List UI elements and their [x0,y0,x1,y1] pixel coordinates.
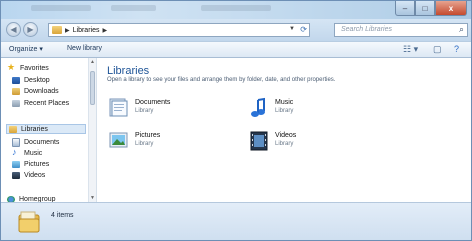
title-bar[interactable]: – □ x [1,1,471,19]
address-row: ◀ ▶ ▶ Libraries ▶ ▼ ⟳ Search Libraries ⌕ [1,19,471,41]
nav-desktop[interactable]: Desktop [12,75,50,85]
content-pane: Libraries Open a library to see your fil… [97,58,471,202]
nav-libraries[interactable]: Libraries [6,124,86,134]
scroll-thumb[interactable] [90,71,95,105]
recent-places-icon [12,99,20,107]
library-type: Library [275,108,294,114]
music-library-icon [251,97,265,117]
videos-icon [12,171,20,179]
nav-label: Recent Places [24,99,70,107]
views-icon[interactable]: ☷ ▾ [403,44,418,55]
libraries-icon [9,125,17,133]
search-placeholder: Search Libraries [341,26,392,33]
command-bar: Organize ▾ New library ☷ ▾ ▢ ? [1,41,471,58]
nav-recent-places[interactable]: Recent Places [12,98,69,108]
library-music[interactable]: Music Library [247,95,377,121]
refresh-icon[interactable]: ⟳ [300,25,307,34]
nav-label: Favorites [20,64,49,72]
pictures-icon [12,160,20,168]
documents-library-icon [109,98,128,117]
nav-documents[interactable]: Documents [12,137,59,147]
library-name: Documents [135,99,171,106]
nav-downloads[interactable]: Downloads [12,86,59,96]
downloads-icon [12,87,20,95]
nav-pictures[interactable]: Pictures [12,159,49,169]
forward-button[interactable]: ▶ [23,22,38,37]
nav-label: Pictures [24,160,50,168]
library-documents[interactable]: Documents Library [107,95,237,121]
back-button[interactable]: ◀ [6,22,21,37]
explorer-window: – □ x ◀ ▶ ▶ Libraries ▶ ▼ ⟳ Search Libra… [0,0,472,241]
nav-label: Documents [24,138,60,146]
nav-label: Downloads [24,87,59,95]
star-icon: ★ [7,61,16,72]
videos-library-icon [250,131,268,151]
nav-favorites[interactable]: ★ Favorites [7,61,49,73]
details-pane: 4 items [1,202,471,240]
library-type: Library [135,108,154,114]
nav-label: Libraries [21,125,48,133]
page-title: Libraries [107,65,150,77]
search-input[interactable]: Search Libraries ⌕ [334,23,468,37]
nav-label: Music [24,149,43,157]
title-ghost [31,5,91,11]
pictures-library-icon [109,132,128,148]
libraries-folder-icon [18,211,40,233]
nav-label: Desktop [24,76,50,84]
desktop-icon [12,76,20,84]
title-ghost [201,5,271,11]
new-library-button[interactable]: New library [67,45,102,52]
preview-pane-icon[interactable]: ▢ [433,44,442,55]
libraries-folder-icon [52,26,62,34]
title-ghost [111,5,156,11]
close-button[interactable]: x [435,1,467,16]
nav-videos[interactable]: Videos [12,170,45,180]
nav-label: Videos [24,171,46,179]
breadcrumb-libraries[interactable]: Libraries [73,27,100,34]
documents-icon [12,137,20,147]
breadcrumb-separator[interactable]: ▶ [65,27,70,34]
organize-button[interactable]: Organize ▾ [9,45,43,53]
navigation-pane: ★ Favorites Desktop Downloads Recent Pla… [1,58,97,203]
scroll-down-icon[interactable]: ▼ [89,195,96,201]
item-count: 4 items [51,212,74,219]
page-subtitle: Open a library to see your files and arr… [107,77,336,83]
scroll-up-icon[interactable]: ▲ [89,59,96,65]
music-note-icon: ♪ [12,147,17,157]
library-type: Library [135,141,154,147]
search-icon[interactable]: ⌕ [459,24,464,35]
library-pictures[interactable]: Pictures Library [107,128,237,154]
library-name: Pictures [135,132,161,139]
minimize-button[interactable]: – [395,1,415,16]
address-bar[interactable]: ▶ Libraries ▶ ▼ ⟳ [48,23,310,37]
library-name: Videos [275,132,297,139]
breadcrumb-separator[interactable]: ▶ [102,27,107,34]
maximize-button[interactable]: □ [415,1,435,16]
address-dropdown-icon[interactable]: ▼ [289,26,295,32]
library-name: Music [275,99,294,106]
library-videos[interactable]: Videos Library [247,128,377,154]
library-type: Library [275,141,294,147]
nav-scrollbar[interactable]: ▲ ▼ [88,58,96,202]
nav-music[interactable]: ♪ Music [12,147,43,158]
help-icon[interactable]: ? [454,44,459,54]
